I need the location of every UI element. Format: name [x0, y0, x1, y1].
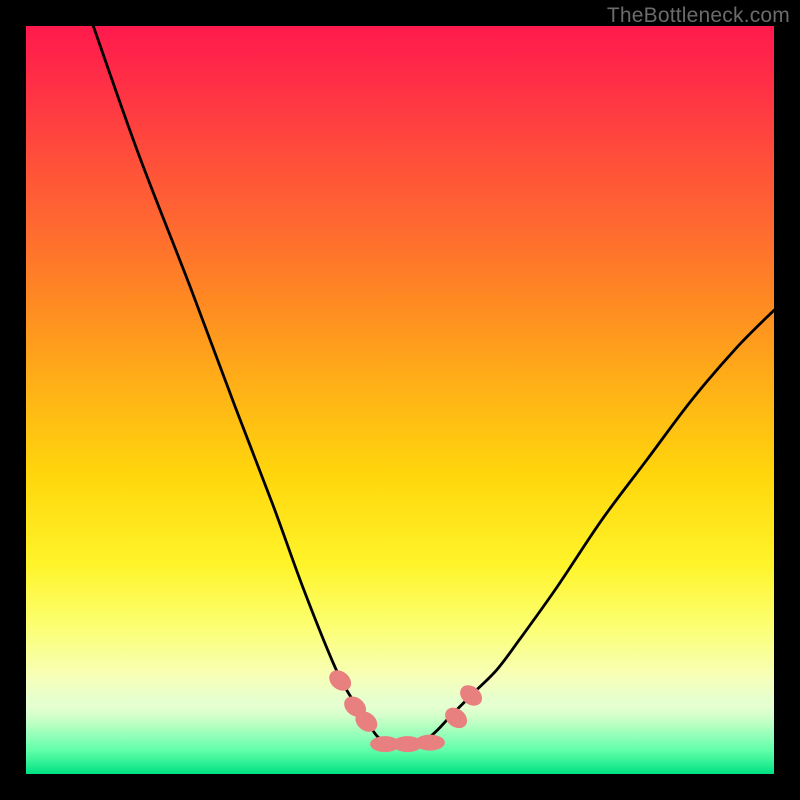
plot-area — [26, 26, 774, 774]
marker-group — [325, 666, 486, 752]
bottleneck-curve-path — [93, 26, 774, 745]
curve-marker — [415, 735, 445, 751]
bottleneck-curve — [93, 26, 774, 745]
curve-marker — [325, 666, 355, 695]
attribution-text: TheBottleneck.com — [607, 4, 790, 28]
chart-frame: TheBottleneck.com — [0, 0, 800, 800]
curve-layer — [26, 26, 774, 774]
curve-marker — [441, 703, 471, 732]
